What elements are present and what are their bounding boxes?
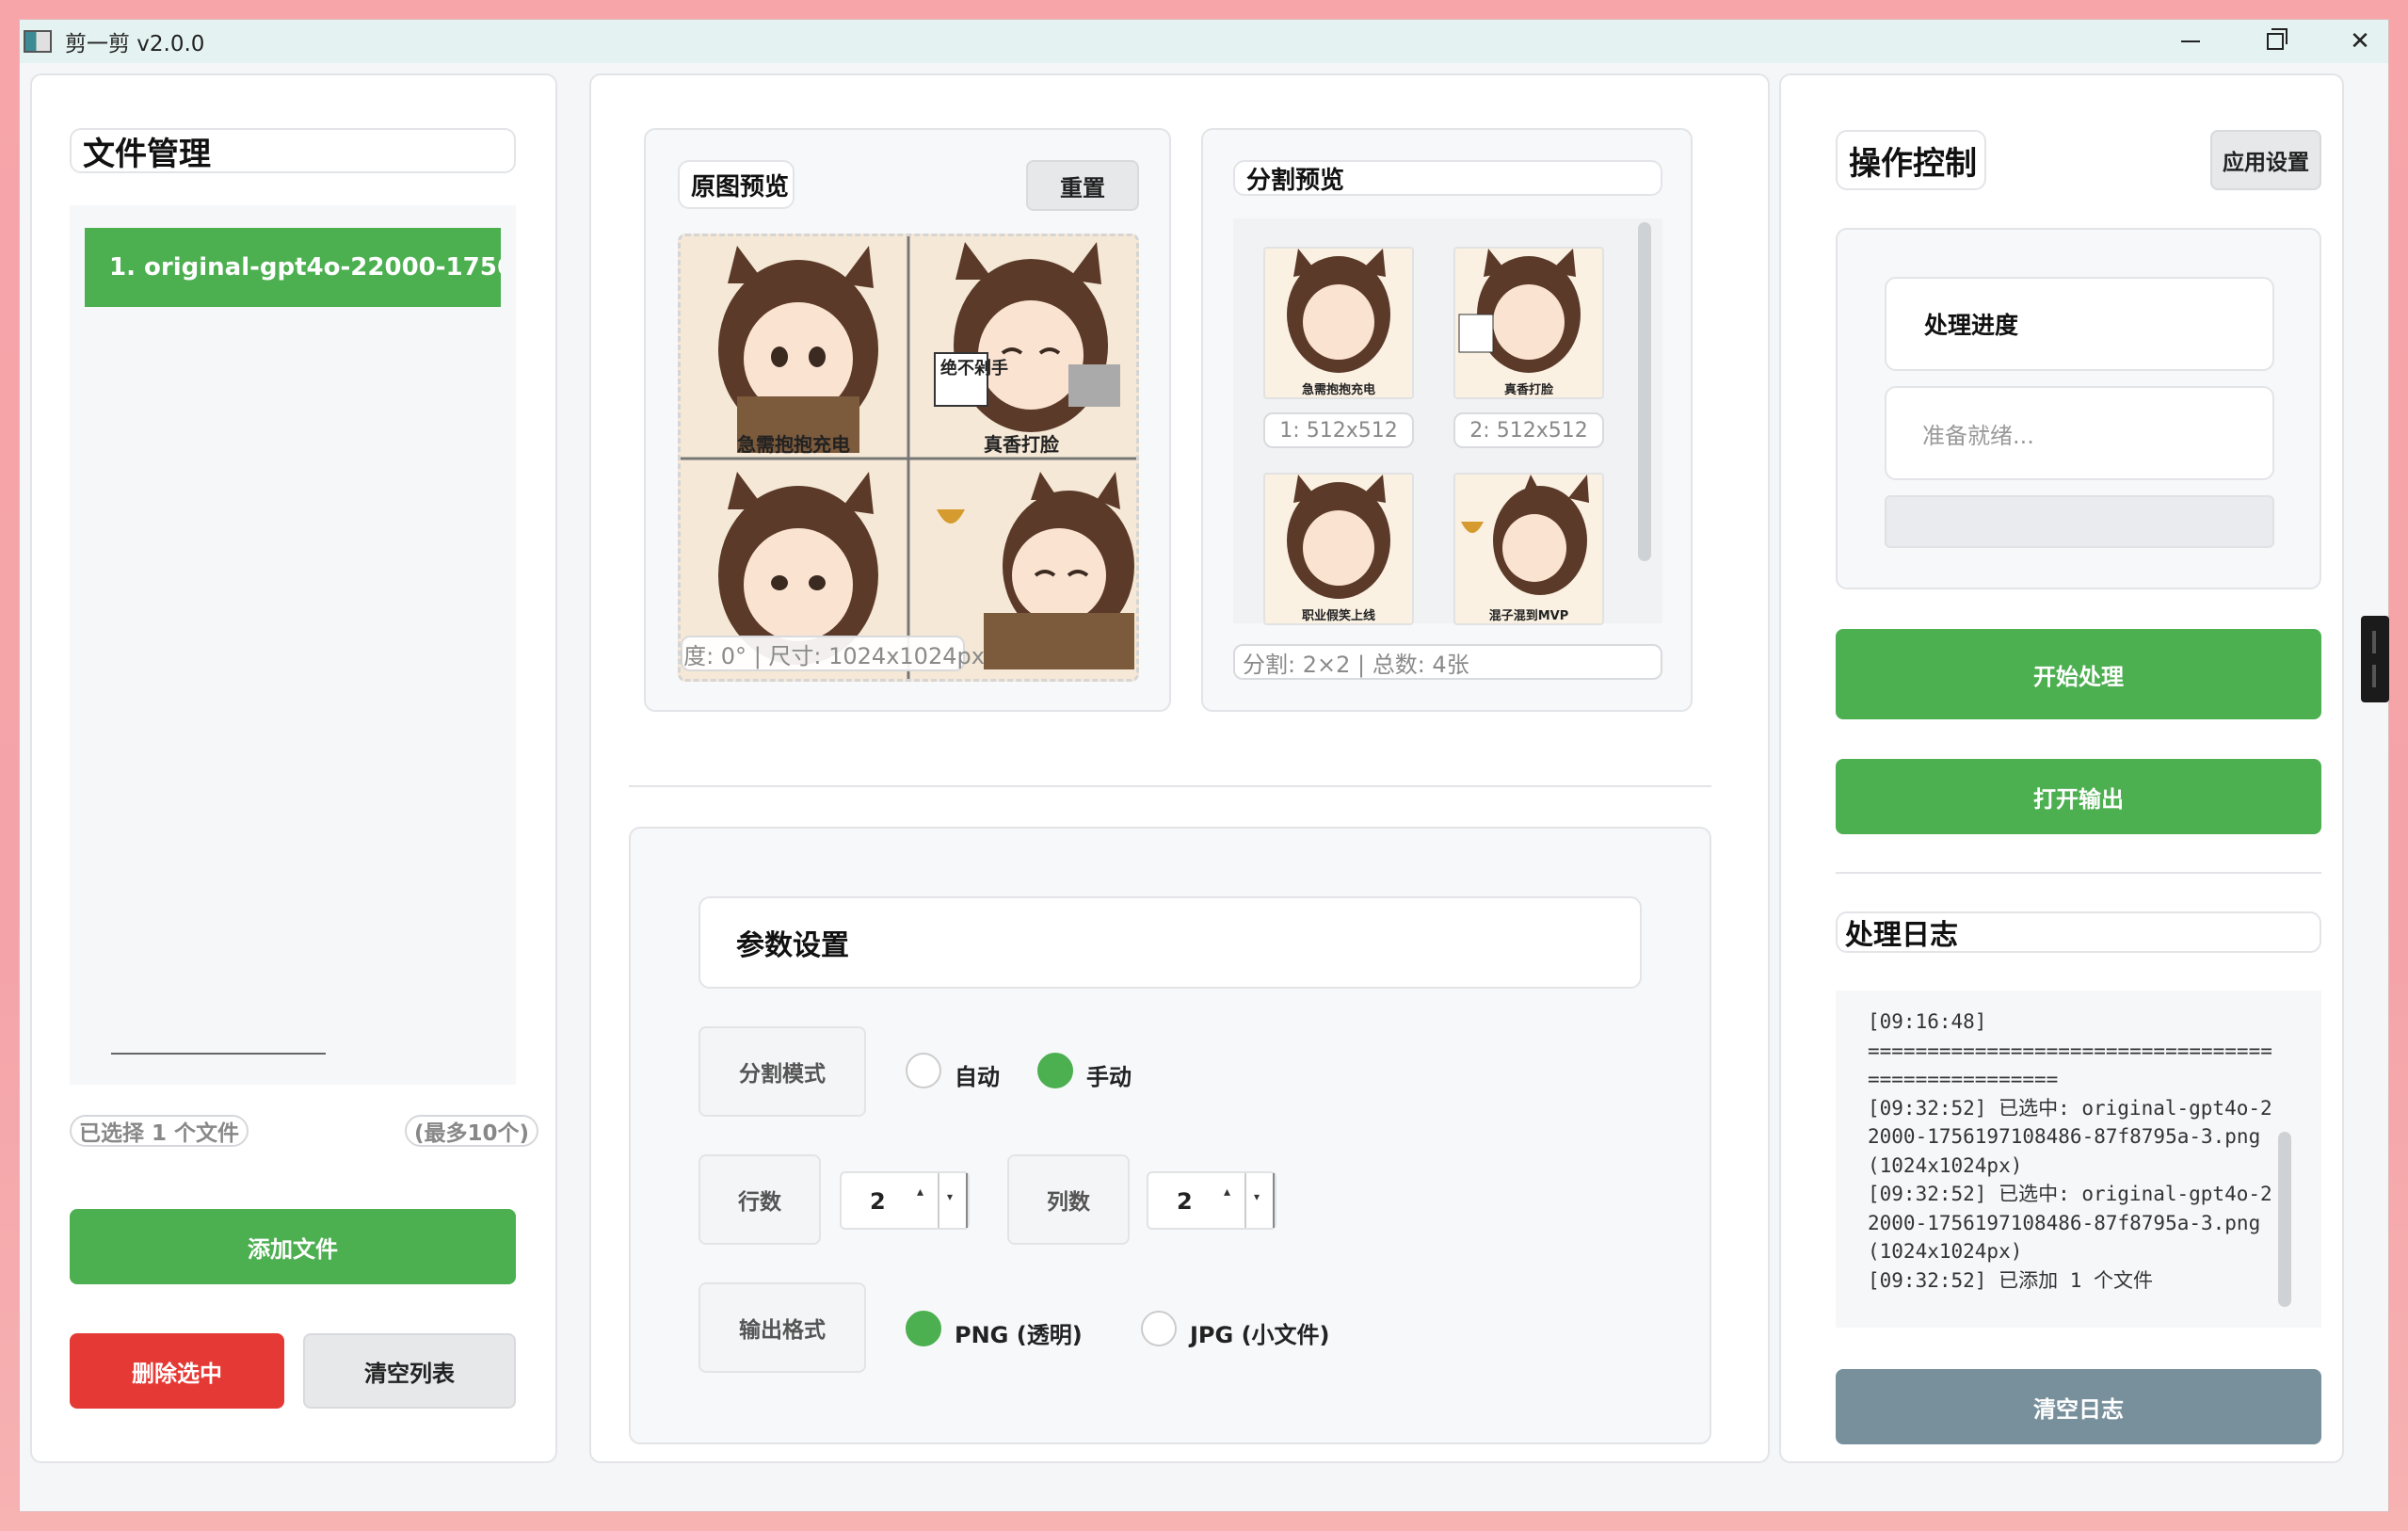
- rows-spinbox[interactable]: 2 ▴ ▾: [840, 1171, 970, 1230]
- cols-value[interactable]: 2: [1177, 1188, 1193, 1215]
- status-label: 准备就绪...: [1885, 386, 2274, 480]
- max-files-hint: (最多10个): [405, 1115, 539, 1147]
- log-text: [09:16:48] =============================…: [1868, 1010, 2272, 1292]
- reset-button[interactable]: 重置: [1026, 160, 1139, 211]
- file-list[interactable]: 1. original-gpt4o-22000-17561971: [70, 205, 516, 1085]
- split-thumb-4[interactable]: 混子混到MVP: [1453, 473, 1604, 625]
- progress-card: 处理进度 准备就绪...: [1836, 228, 2321, 589]
- mode-manual-label[interactable]: 手动: [1086, 1058, 1132, 1091]
- params-card: 参数设置 分割模式 自动 手动 行数 2 ▴ ▾ 列数 2 ▴ ▾ 输出格式 P…: [629, 827, 1711, 1444]
- split-mode-label: 分割模式: [698, 1026, 866, 1117]
- params-title: 参数设置: [698, 896, 1642, 989]
- split-thumb-2-size: 2: 512x512: [1453, 412, 1604, 448]
- split-thumb-3[interactable]: 职业假笑上线: [1263, 473, 1414, 625]
- rows-label: 行数: [698, 1154, 821, 1245]
- preview-panel: 原图预览 重置 绝不剁手 急需抱抱充电 真香打脸 角度: 0° | 尺寸: 10…: [589, 73, 1770, 1463]
- thumb-4-art: 混子混到MVP: [1461, 475, 1589, 623]
- resize-handle[interactable]: [2361, 616, 2389, 702]
- divider: [629, 785, 1711, 787]
- rows-up-icon[interactable]: ▴: [917, 1185, 923, 1200]
- log-area[interactable]: [09:16:48] =============================…: [1836, 991, 2321, 1328]
- split-grid-scrollbar[interactable]: [1638, 222, 1651, 561]
- file-list-item[interactable]: 1. original-gpt4o-22000-17561971: [85, 228, 501, 307]
- split-info-label: 分割: 2×2 | 总数: 4张: [1233, 644, 1662, 680]
- rows-stepper[interactable]: ▾: [938, 1173, 968, 1228]
- format-png-radio[interactable]: [906, 1311, 941, 1346]
- title-bar[interactable]: 剪一剪 v2.0.0 ✕: [20, 20, 2388, 63]
- mode-manual-radio[interactable]: [1037, 1053, 1073, 1088]
- cols-label: 列数: [1007, 1154, 1130, 1245]
- format-png-label[interactable]: PNG (透明): [955, 1316, 1083, 1349]
- window-title: 剪一剪 v2.0.0: [65, 32, 205, 56]
- progress-bar: [1885, 495, 2274, 548]
- original-preview-card: 原图预览 重置 绝不剁手 急需抱抱充电 真香打脸 角度: 0° | 尺寸: 10…: [644, 128, 1171, 712]
- file-panel-title: 文件管理: [70, 128, 516, 173]
- log-scrollbar[interactable]: [2278, 1132, 2291, 1307]
- restore-icon: [2267, 28, 2288, 50]
- app-settings-button[interactable]: 应用设置: [2210, 130, 2321, 190]
- caption-2: 真香打脸: [984, 433, 1060, 456]
- cols-spinbox[interactable]: 2 ▴ ▾: [1147, 1171, 1276, 1230]
- start-processing-button[interactable]: 开始处理: [1836, 629, 2321, 719]
- maximize-button[interactable]: [2247, 20, 2304, 63]
- thumb-3-art: 职业假笑上线: [1287, 475, 1390, 623]
- cols-down-icon[interactable]: ▾: [1254, 1190, 1260, 1203]
- split-thumb-1[interactable]: 急需抱抱充电: [1263, 247, 1414, 399]
- selected-count-label: 已选择 1 个文件: [70, 1115, 249, 1147]
- close-icon: ✕: [2350, 27, 2370, 56]
- thumb-1-art: 急需抱抱充电: [1287, 249, 1390, 397]
- delete-selected-button[interactable]: 删除选中: [70, 1333, 284, 1409]
- caption-1: 急需抱抱充电: [737, 433, 850, 456]
- cols-up-icon[interactable]: ▴: [1224, 1185, 1230, 1200]
- split-preview-title: 分割预览: [1233, 160, 1662, 196]
- sign-caption: 绝不剁手: [940, 358, 1008, 379]
- original-preview-title: 原图预览: [678, 160, 795, 209]
- original-image-art: 绝不剁手 急需抱抱充电 真香打脸: [681, 236, 1136, 679]
- thumb-3-caption: 职业假笑上线: [1302, 608, 1375, 623]
- file-management-panel: 文件管理 1. original-gpt4o-22000-17561971 已选…: [30, 73, 557, 1463]
- thumb-4-caption: 混子混到MVP: [1489, 609, 1569, 623]
- split-grid[interactable]: 急需抱抱充电 1: 512x512 真香打脸 2: 512x512 职业假笑上线…: [1233, 218, 1662, 625]
- format-jpg-radio[interactable]: [1141, 1311, 1177, 1346]
- rows-value[interactable]: 2: [870, 1188, 886, 1215]
- open-output-button[interactable]: 打开输出: [1836, 759, 2321, 834]
- horizontal-scrollbar[interactable]: [111, 1053, 326, 1055]
- split-preview-card: 分割预览 急需抱抱充电 1: 512x512 真香打脸 2: 512x512 职…: [1201, 128, 1693, 712]
- mode-auto-radio[interactable]: [906, 1053, 941, 1088]
- progress-title: 处理进度: [1885, 277, 2274, 371]
- minimize-icon: [2181, 40, 2200, 42]
- minimize-button[interactable]: [2162, 20, 2219, 63]
- thumb-2-caption: 真香打脸: [1504, 382, 1554, 397]
- close-button[interactable]: ✕: [2332, 20, 2388, 63]
- split-thumb-1-size: 1: 512x512: [1263, 412, 1414, 448]
- app-icon: [24, 30, 52, 53]
- thumb-1-caption: 急需抱抱充电: [1302, 382, 1375, 397]
- log-title: 处理日志: [1836, 911, 2321, 953]
- output-format-label: 输出格式: [698, 1282, 866, 1373]
- cols-stepper[interactable]: ▾: [1244, 1173, 1275, 1228]
- divider: [1836, 872, 2321, 874]
- thumb-2-art: 真香打脸: [1458, 249, 1581, 397]
- original-image[interactable]: 绝不剁手 急需抱抱充电 真香打脸 角度: 0° | 尺寸: 1024x1024p…: [678, 234, 1139, 682]
- control-title: 操作控制: [1836, 130, 1986, 190]
- format-jpg-label[interactable]: JPG (小文件): [1190, 1316, 1330, 1349]
- add-file-button[interactable]: 添加文件: [70, 1209, 516, 1284]
- clear-list-button[interactable]: 清空列表: [303, 1333, 516, 1409]
- control-panel: 操作控制 应用设置 处理进度 准备就绪... 开始处理 打开输出 处理日志 [0…: [1779, 73, 2344, 1463]
- split-thumb-2[interactable]: 真香打脸: [1453, 247, 1604, 399]
- rows-down-icon[interactable]: ▾: [947, 1190, 953, 1203]
- clear-log-button[interactable]: 清空日志: [1836, 1369, 2321, 1444]
- mode-auto-label[interactable]: 自动: [955, 1058, 1000, 1091]
- original-info-label: 角度: 0° | 尺寸: 1024x1024px: [681, 636, 985, 671]
